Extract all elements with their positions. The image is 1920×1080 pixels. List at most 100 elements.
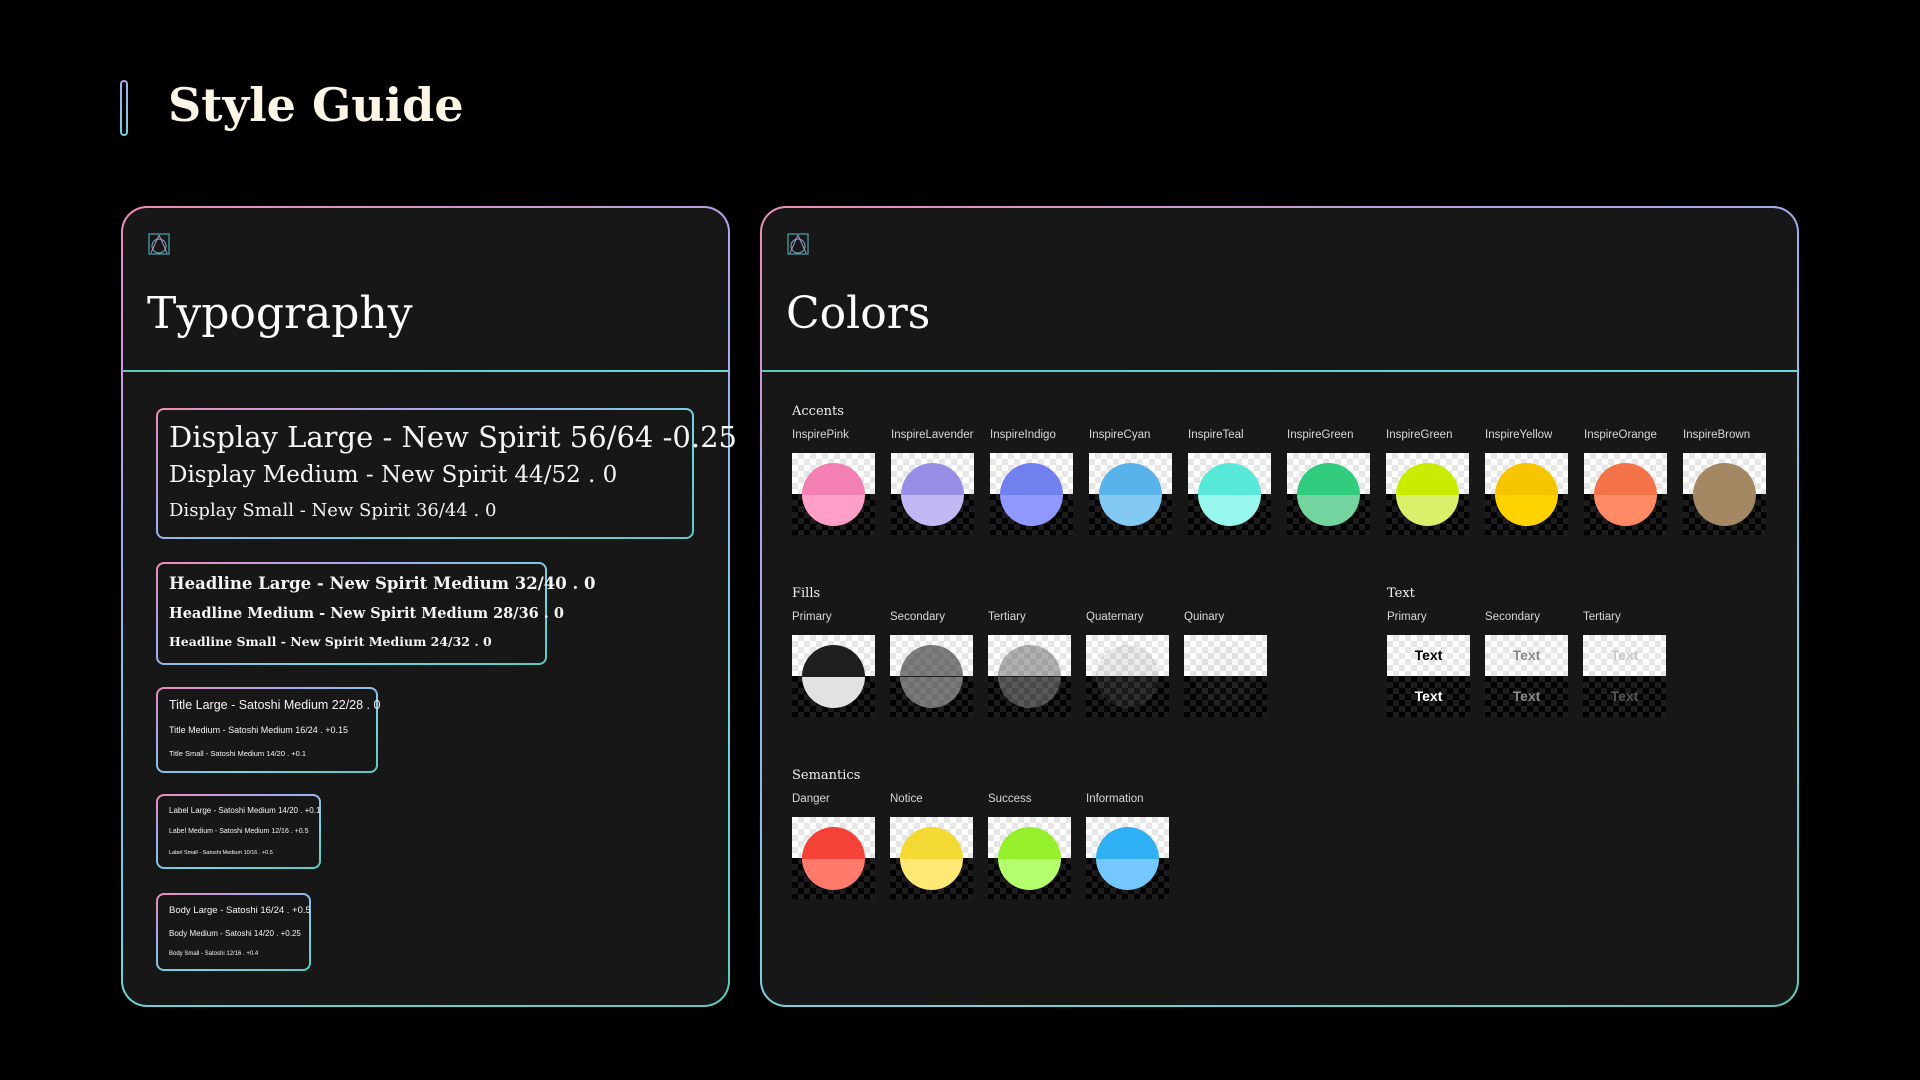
swatch-label: InspireGreen xyxy=(1386,429,1453,441)
color-circle xyxy=(1000,463,1063,526)
swatch-label: InspireTeal xyxy=(1188,429,1244,441)
colors-heading: Colors xyxy=(786,288,931,339)
type-scale-card: Display Large - New Spirit 56/64 -0.25 Di… xyxy=(156,408,737,539)
swatch-label: InspireGreen xyxy=(1287,429,1354,441)
fills-label: Fills xyxy=(792,586,821,601)
color-swatch xyxy=(1584,453,1667,535)
color-circle xyxy=(901,463,964,526)
text-sample-light: Text xyxy=(1414,647,1443,663)
color-swatch xyxy=(1287,453,1370,535)
swatch-label: Quaternary xyxy=(1086,611,1144,623)
type-sample: Title Medium - Satoshi Medium 16/24 . +0… xyxy=(169,725,349,735)
color-circle xyxy=(1495,463,1558,526)
type-sample: Body Small - Satoshi 12/16 . +0.4 xyxy=(169,951,259,957)
typography-heading: Typography xyxy=(147,288,413,339)
color-swatch xyxy=(1386,453,1469,535)
typography-panel: Typography Display Large - New Spirit 56… xyxy=(121,206,737,1007)
type-sample: Label Medium - Satoshi Medium 12/16 . +0… xyxy=(169,828,309,835)
type-scale-card: Title Large - Satoshi Medium 22/28 . 0 Ti… xyxy=(156,687,381,773)
swatch-label: Secondary xyxy=(1485,611,1540,623)
swatch-label: InspireOrange xyxy=(1584,429,1657,441)
text-sample-light: Text xyxy=(1610,647,1639,663)
type-sample: Label Small - Satoshi Medium 10/16 . +0.… xyxy=(169,850,273,856)
type-scale-card: Body Large - Satoshi 16/24 . +0.5 Body Me… xyxy=(156,893,311,971)
color-circle xyxy=(1693,463,1756,526)
type-scale-card: Label Large - Satoshi Medium 14/20 . +0.… xyxy=(156,794,321,869)
color-circle xyxy=(900,645,963,708)
text-sample-dark: Text xyxy=(1610,688,1639,704)
type-sample: Display Large - New Spirit 56/64 -0.25 xyxy=(169,420,737,454)
swatch-label: Danger xyxy=(792,793,830,805)
color-circle xyxy=(998,827,1061,890)
swatch-label: InspireBrown xyxy=(1683,429,1751,441)
page-title: Style Guide xyxy=(168,78,464,132)
color-swatch xyxy=(890,635,973,717)
shape-logo-icon xyxy=(148,233,170,255)
color-circle xyxy=(1594,463,1657,526)
color-swatch xyxy=(1683,453,1766,535)
color-circle xyxy=(802,463,865,526)
type-sample: Title Small - Satoshi Medium 14/20 . +0.… xyxy=(169,749,307,758)
color-swatch xyxy=(988,635,1071,717)
swatch-label: Notice xyxy=(890,793,923,805)
type-scale-card: Headline Large - New Spirit Medium 32/40… xyxy=(156,562,595,665)
color-swatch xyxy=(891,453,974,535)
color-swatch xyxy=(1086,635,1169,717)
color-circle xyxy=(1096,827,1159,890)
swatch-label: Quinary xyxy=(1184,611,1225,623)
shape-logo-icon xyxy=(787,233,809,255)
swatch-label: Primary xyxy=(792,611,832,623)
type-sample: Title Large - Satoshi Medium 22/28 . 0 xyxy=(169,698,381,712)
divider xyxy=(123,370,728,372)
text-label: Text xyxy=(1387,586,1415,601)
type-sample: Headline Large - New Spirit Medium 32/40… xyxy=(169,574,596,593)
type-sample: Headline Small - New Spirit Medium 24/32… xyxy=(169,634,492,649)
swatch-label: Success xyxy=(988,793,1032,805)
color-swatch xyxy=(1184,635,1267,717)
type-sample: Headline Medium - New Spirit Medium 28/3… xyxy=(169,605,564,622)
color-swatch: Text Text xyxy=(1485,635,1568,717)
swatch-label: InspireLavender xyxy=(891,429,974,441)
accents-label: Accents xyxy=(792,404,844,419)
type-sample: Display Small - New Spirit 36/44 . 0 xyxy=(169,500,497,521)
swatch-label: Primary xyxy=(1387,611,1427,623)
swatch-label: Tertiary xyxy=(988,611,1026,623)
swatch-label: Information xyxy=(1086,793,1144,805)
colors-panel: Colors Accents Fills Text Semantics Insp… xyxy=(760,206,1799,1007)
type-sample: Display Medium - New Spirit 44/52 . 0 xyxy=(169,462,618,488)
color-circle xyxy=(1194,645,1257,708)
color-circle xyxy=(1396,463,1459,526)
swatch-label: Secondary xyxy=(890,611,945,623)
title-accent-bar xyxy=(120,80,128,136)
color-circle xyxy=(1099,463,1162,526)
type-sample: Body Medium - Satoshi 14/20 . +0.25 xyxy=(169,929,301,938)
color-circle xyxy=(900,827,963,890)
color-circle xyxy=(1297,463,1360,526)
text-sample-dark: Text xyxy=(1414,688,1443,704)
swatch-label: Tertiary xyxy=(1583,611,1621,623)
color-swatch xyxy=(792,817,875,899)
swatch-label: InspireCyan xyxy=(1089,429,1151,441)
type-sample: Body Large - Satoshi 16/24 . +0.5 xyxy=(169,905,311,916)
color-swatch xyxy=(792,453,875,535)
text-sample-light: Text xyxy=(1512,647,1541,663)
color-swatch xyxy=(890,817,973,899)
color-swatch xyxy=(792,635,875,717)
type-sample: Label Large - Satoshi Medium 14/20 . +0.… xyxy=(169,806,321,815)
color-swatch xyxy=(1089,453,1172,535)
swatch-label: InspireYellow xyxy=(1485,429,1553,441)
color-swatch xyxy=(990,453,1073,535)
color-swatch xyxy=(988,817,1071,899)
text-sample-dark: Text xyxy=(1512,688,1541,704)
semantics-label: Semantics xyxy=(792,768,861,783)
color-circle xyxy=(1096,645,1159,708)
color-swatch xyxy=(1188,453,1271,535)
color-swatch: Text Text xyxy=(1387,635,1470,717)
color-circle xyxy=(802,827,865,890)
color-swatch: Text Text xyxy=(1583,635,1666,717)
divider xyxy=(762,370,1797,372)
color-swatch xyxy=(1086,817,1169,899)
swatch-label: InspirePink xyxy=(792,429,849,441)
color-circle xyxy=(802,645,865,708)
color-swatch xyxy=(1485,453,1568,535)
